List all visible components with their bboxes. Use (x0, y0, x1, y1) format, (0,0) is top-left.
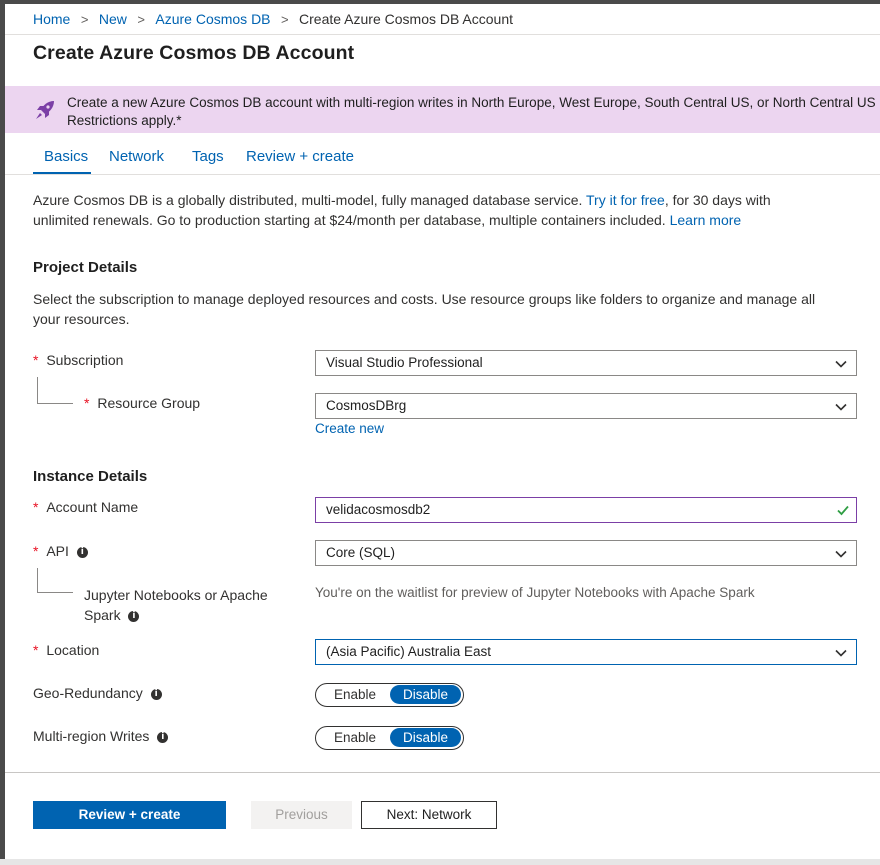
breadcrumb-current: Create Azure Cosmos DB Account (299, 11, 514, 27)
review-create-button[interactable]: Review + create (33, 801, 226, 829)
jupyter-label-line-2: Spark (84, 607, 121, 623)
multi-region-writes-toggle: Enable Disable (315, 726, 464, 750)
info-icon[interactable]: i (150, 688, 162, 700)
breadcrumb-separator: > (137, 12, 145, 27)
account-name-input[interactable]: velidacosmosdb2 (315, 497, 857, 523)
tabs-divider (5, 174, 880, 175)
intro-text: Azure Cosmos DB is a globally distribute… (33, 190, 863, 230)
intro-text-part3: unlimited renewals. Go to production sta… (33, 212, 670, 228)
subscription-label-text: Subscription (46, 352, 124, 368)
breadcrumb-separator: > (280, 12, 289, 27)
breadcrumb-separator: > (80, 12, 89, 27)
location-label: * Location (33, 642, 99, 658)
create-cosmos-panel: Home > New > Azure Cosmos DB > Create Az… (5, 4, 880, 859)
resource-group-label-text: Resource Group (97, 395, 201, 411)
tab-basics[interactable]: Basics (44, 148, 88, 165)
instance-details-heading: Instance Details (33, 468, 148, 485)
footer-divider (5, 772, 880, 773)
chevron-down-icon (835, 550, 847, 558)
breadcrumb-home[interactable]: Home (33, 11, 70, 27)
geo-redundancy-enable-option[interactable]: Enable (334, 687, 376, 702)
required-marker: * (33, 352, 39, 368)
tree-connector (37, 592, 73, 593)
tab-review-create[interactable]: Review + create (246, 148, 354, 165)
header-divider (5, 34, 880, 35)
intro-text-part2: , for 30 days with (664, 192, 771, 208)
banner-text: Create a new Azure Cosmos DB account wit… (67, 94, 880, 130)
banner-line-2: Restrictions apply.* (67, 113, 182, 128)
location-label-text: Location (46, 642, 100, 658)
geo-redundancy-disable-option[interactable]: Disable (390, 685, 461, 704)
subscription-label: * Subscription (33, 352, 123, 368)
location-value: (Asia Pacific) Australia East (326, 644, 492, 659)
account-name-value: velidacosmosdb2 (326, 502, 431, 517)
chevron-down-icon (835, 403, 847, 411)
jupyter-label-line-1: Jupyter Notebooks or Apache (84, 587, 268, 603)
jupyter-waitlist-note: You're on the waitlist for preview of Ju… (315, 585, 755, 600)
info-icon[interactable]: i (157, 731, 169, 743)
required-marker: * (84, 395, 90, 411)
tree-connector (37, 403, 73, 404)
multi-region-writes-label-text: Multi-region Writes (33, 728, 150, 744)
try-free-link[interactable]: Try it for free (586, 192, 665, 208)
checkmark-icon (837, 505, 849, 516)
geo-redundancy-toggle: Enable Disable (315, 683, 464, 707)
chevron-down-icon (835, 649, 847, 657)
project-details-heading: Project Details (33, 259, 138, 276)
rocket-icon (36, 101, 54, 119)
tree-connector (37, 377, 38, 403)
project-desc-line-1: Select the subscription to manage deploy… (33, 291, 816, 307)
api-value: Core (SQL) (326, 545, 396, 560)
subscription-value: Visual Studio Professional (326, 355, 483, 370)
bottom-strip (0, 859, 880, 865)
next-network-button[interactable]: Next: Network (361, 801, 497, 829)
multi-region-writes-enable-option[interactable]: Enable (334, 730, 376, 745)
api-select[interactable]: Core (SQL) (315, 540, 857, 566)
tab-network[interactable]: Network (109, 148, 164, 165)
required-marker: * (33, 499, 39, 515)
chevron-down-icon (835, 360, 847, 368)
page-title: Create Azure Cosmos DB Account (33, 42, 355, 64)
info-icon[interactable]: i (128, 610, 140, 622)
breadcrumb-new[interactable]: New (99, 11, 127, 27)
learn-more-link[interactable]: Learn more (670, 212, 742, 228)
multi-region-writes-label: Multi-region Writes i (33, 728, 169, 744)
location-select[interactable]: (Asia Pacific) Australia East (315, 639, 857, 665)
jupyter-label: Jupyter Notebooks or Apache Spark i (84, 585, 268, 625)
tab-tags[interactable]: Tags (192, 148, 224, 165)
account-name-label: * Account Name (33, 499, 138, 515)
required-marker: * (33, 543, 39, 559)
tree-connector (37, 568, 38, 592)
breadcrumb: Home > New > Azure Cosmos DB > Create Az… (33, 11, 513, 29)
geo-redundancy-label-text: Geo-Redundancy (33, 685, 143, 701)
info-icon[interactable]: i (76, 546, 88, 558)
resource-group-label: * Resource Group (84, 395, 200, 411)
subscription-select[interactable]: Visual Studio Professional (315, 350, 857, 376)
account-name-label-text: Account Name (46, 499, 139, 515)
project-details-description: Select the subscription to manage deploy… (33, 289, 863, 329)
previous-button[interactable]: Previous (251, 801, 352, 829)
multi-region-writes-disable-option[interactable]: Disable (390, 728, 461, 747)
api-label-text: API (46, 543, 69, 559)
banner-line-1: Create a new Azure Cosmos DB account wit… (67, 95, 880, 110)
resource-group-value: CosmosDBrg (326, 398, 407, 413)
intro-text-part1: Azure Cosmos DB is a globally distribute… (33, 192, 586, 208)
promo-banner: Create a new Azure Cosmos DB account wit… (5, 86, 880, 133)
jupyter-label-line-2-wrap: Spark i (84, 605, 268, 625)
api-label: * API i (33, 543, 88, 559)
geo-redundancy-label: Geo-Redundancy i (33, 685, 162, 701)
required-marker: * (33, 642, 39, 658)
project-desc-line-2: your resources. (33, 311, 130, 327)
resource-group-select[interactable]: CosmosDBrg (315, 393, 857, 419)
create-new-link[interactable]: Create new (315, 421, 384, 436)
breadcrumb-cosmos[interactable]: Azure Cosmos DB (155, 11, 270, 27)
